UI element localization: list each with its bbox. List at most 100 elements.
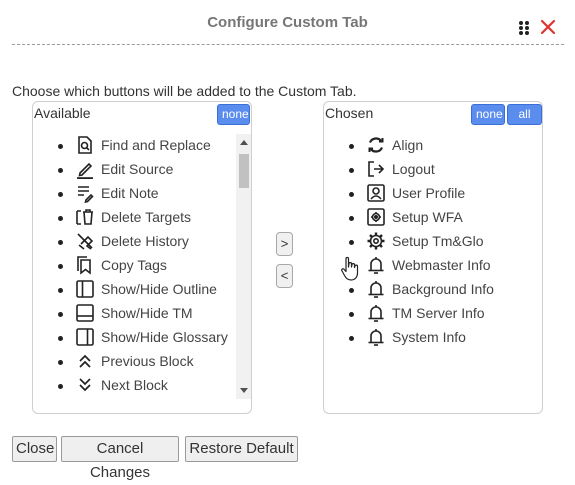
chosen-item-system-info[interactable]: System Info [324, 327, 542, 351]
header-divider [12, 44, 564, 45]
note-pen-icon [78, 186, 94, 203]
item-label: Edit Source [101, 161, 174, 177]
chosen-item-background-info[interactable]: Background Info [324, 279, 542, 303]
chosen-item-tm-server-info[interactable]: TM Server Info [324, 303, 542, 327]
available-item-show-hide-glossary[interactable]: Show/Hide Glossary [33, 327, 251, 351]
item-label: TM Server Info [392, 305, 485, 321]
close-icon[interactable] [540, 19, 556, 35]
bullet [349, 240, 354, 245]
scroll-down-arrow-icon[interactable] [240, 388, 248, 393]
available-item-delete-history[interactable]: Delete History [33, 231, 251, 255]
bell-icon [368, 257, 384, 274]
bullet [58, 360, 63, 365]
copy-tags-icon [77, 256, 91, 275]
delete-history-icon [77, 233, 94, 250]
item-label: User Profile [392, 185, 466, 201]
close-button[interactable]: Close [12, 436, 57, 462]
item-label: Next Block [101, 377, 168, 393]
chosen-item-logout[interactable]: Logout [324, 159, 542, 183]
bullet [349, 168, 354, 173]
gear-box-icon [367, 208, 385, 226]
item-label: Setup Tm&Glo [392, 233, 484, 249]
chosen-label: Chosen [325, 105, 374, 121]
item-label: Previous Block [101, 353, 194, 369]
user-profile-icon [367, 184, 385, 202]
instruction-text: Choose which buttons will be added to th… [12, 83, 357, 99]
available-item-show-hide-tm[interactable]: Show/Hide TM [33, 303, 251, 327]
dialog-title: Configure Custom Tab [207, 14, 368, 31]
drag-handle-icon[interactable] [518, 20, 530, 36]
available-item-next-block[interactable]: Next Block [33, 375, 251, 399]
item-label: Webmaster Info [392, 257, 491, 273]
restore-default-button[interactable]: Restore Default [185, 436, 298, 462]
bullet [349, 144, 354, 149]
chosen-item-user-profile[interactable]: User Profile [324, 183, 542, 207]
available-item-edit-source[interactable]: Edit Source [33, 159, 251, 183]
bullet [58, 312, 63, 317]
bullet [349, 288, 354, 293]
item-label: Setup WFA [392, 209, 463, 225]
align-sync-icon [368, 137, 384, 153]
chosen-list: Align Logout User Profile Setup WFA Setu… [324, 135, 542, 351]
panel-left-icon [76, 280, 94, 298]
item-label: Logout [392, 161, 435, 177]
bell-icon [368, 305, 384, 322]
item-label: System Info [392, 329, 466, 345]
available-none-button[interactable]: none [217, 104, 250, 125]
bullet [58, 264, 63, 269]
panel-right-icon [76, 328, 94, 346]
item-label: Find and Replace [101, 137, 211, 153]
available-item-copy-tags[interactable]: Copy Tags [33, 255, 251, 279]
item-label: Show/Hide Glossary [101, 329, 228, 345]
gear-icon [367, 232, 385, 250]
available-item-find-replace[interactable]: Find and Replace [33, 135, 251, 159]
pencil-icon [77, 162, 93, 179]
bullet [58, 288, 63, 293]
item-label: Edit Note [101, 185, 159, 201]
available-item-previous-block[interactable]: Previous Block [33, 351, 251, 375]
find-replace-icon [78, 136, 92, 154]
bullet [58, 240, 63, 245]
item-label: Delete Targets [101, 209, 192, 225]
bullet [58, 384, 63, 389]
chosen-item-setup-wfa[interactable]: Setup WFA [324, 207, 542, 231]
chevrons-down-icon [79, 378, 91, 392]
cancel-changes-button[interactable]: Cancel Changes [61, 436, 179, 481]
item-label: Show/Hide TM [101, 305, 193, 321]
bullet [58, 336, 63, 341]
chosen-all-button[interactable]: all [507, 104, 542, 125]
panel-bottom-icon [76, 304, 94, 322]
logout-icon [368, 161, 385, 177]
chevrons-up-icon [79, 354, 91, 368]
add-to-chosen-button[interactable]: > [276, 232, 293, 256]
bell-icon [368, 329, 384, 346]
bullet [349, 216, 354, 221]
item-label: Align [392, 137, 424, 153]
available-label: Available [34, 105, 91, 121]
bullet [58, 144, 63, 149]
scroll-thumb[interactable] [239, 154, 249, 188]
item-label: Delete History [101, 233, 189, 249]
bullet [349, 192, 354, 197]
available-item-delete-targets[interactable]: Delete Targets [33, 207, 251, 231]
delete-targets-icon [76, 209, 93, 225]
bell-icon [368, 281, 384, 298]
bullet [349, 336, 354, 341]
chosen-item-align[interactable]: Align [324, 135, 542, 159]
item-label: Copy Tags [101, 257, 167, 273]
bullet [58, 192, 63, 197]
bullet [349, 312, 354, 317]
available-item-show-hide-outline[interactable]: Show/Hide Outline [33, 279, 251, 303]
hand-cursor-icon [341, 256, 359, 281]
available-panel: Available none Find and Replace Edit Sou… [32, 101, 252, 414]
item-label: Show/Hide Outline [101, 281, 217, 297]
bullet [58, 216, 63, 221]
bullet [58, 168, 63, 173]
available-item-edit-note[interactable]: Edit Note [33, 183, 251, 207]
chosen-none-button[interactable]: none [471, 104, 505, 125]
available-scrollbar[interactable] [236, 134, 251, 399]
chosen-item-setup-tm-glo[interactable]: Setup Tm&Glo [324, 231, 542, 255]
available-list: Find and Replace Edit Source Edit Note D… [33, 135, 251, 399]
remove-from-chosen-button[interactable]: < [276, 264, 293, 288]
scroll-up-arrow-icon[interactable] [240, 140, 248, 145]
